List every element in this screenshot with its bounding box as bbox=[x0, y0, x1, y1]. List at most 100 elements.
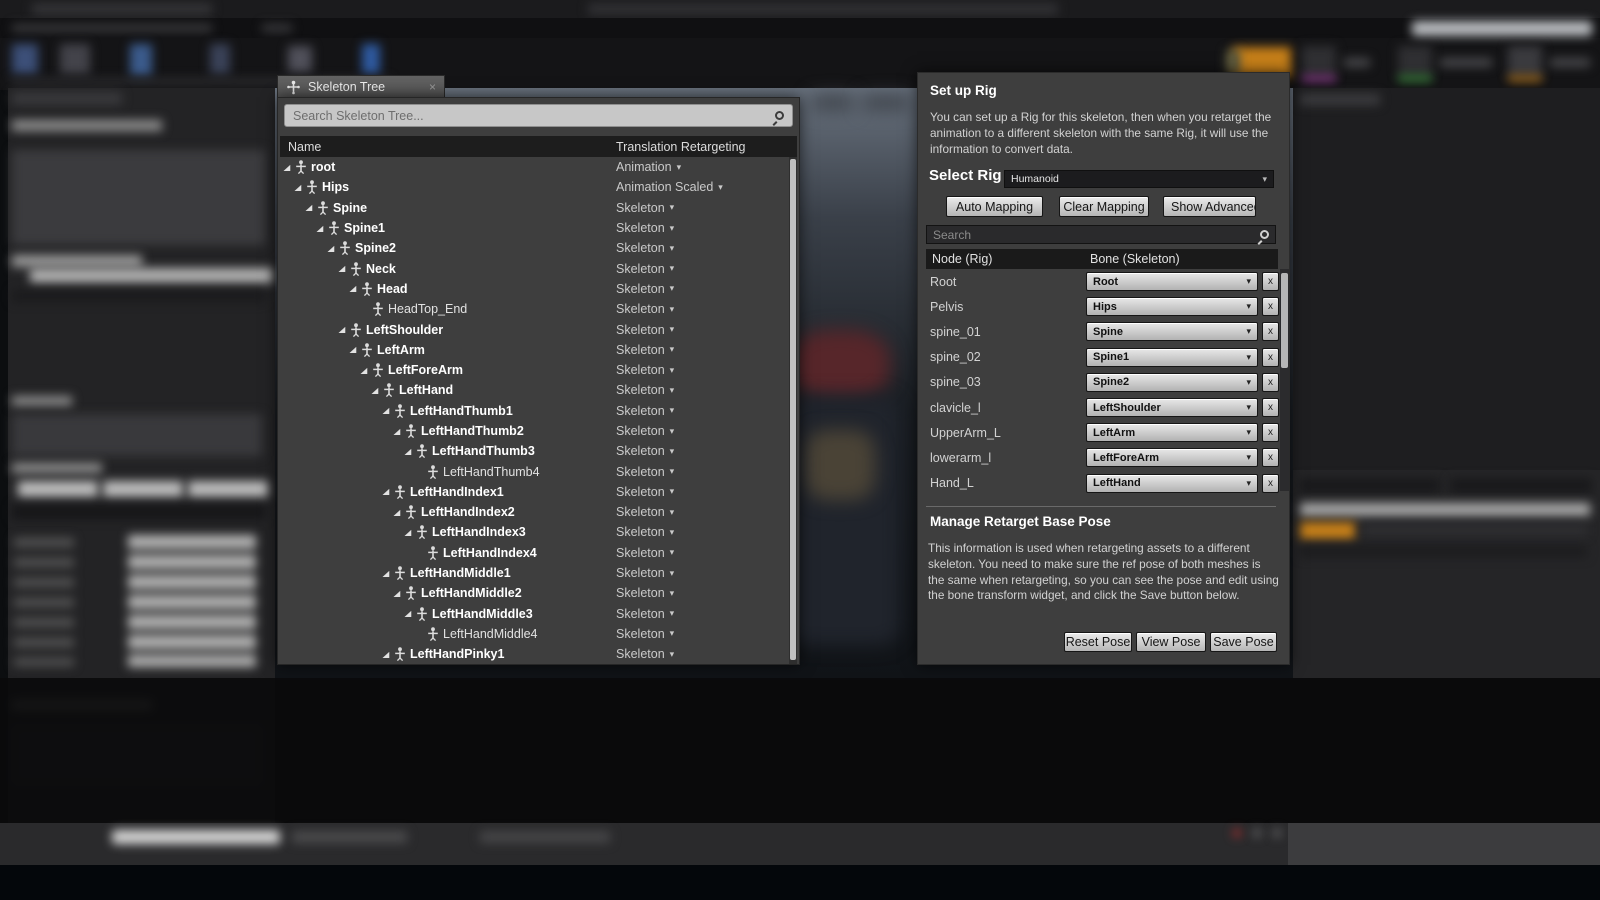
translation-retargeting-dropdown[interactable]: Skeleton ▾ bbox=[616, 525, 674, 539]
reset-pose-button[interactable]: Reset Pose bbox=[1064, 632, 1132, 652]
translation-retargeting-dropdown[interactable]: Skeleton ▾ bbox=[616, 404, 674, 418]
bone-select-dropdown[interactable]: LeftForeArm ▾ bbox=[1086, 448, 1258, 468]
translation-retargeting-dropdown[interactable]: Animation Scaled ▾ bbox=[616, 180, 723, 194]
skeleton-tree-row[interactable]: ◢ LeftHandIndex4 Skeleton ▾ bbox=[280, 543, 789, 563]
skeleton-tree-row[interactable]: ◢ LeftHandThumb1 Skeleton ▾ bbox=[280, 401, 789, 421]
skeleton-tree-row[interactable]: ◢ LeftArm Skeleton ▾ bbox=[280, 340, 789, 360]
translation-retargeting-dropdown[interactable]: Skeleton ▾ bbox=[616, 485, 674, 499]
translation-retargeting-dropdown[interactable]: Skeleton ▾ bbox=[616, 262, 674, 276]
translation-retargeting-dropdown[interactable]: Skeleton ▾ bbox=[616, 323, 674, 337]
remove-mapping-button[interactable]: x bbox=[1262, 423, 1279, 443]
skeleton-tree-row[interactable]: ◢ LeftHandIndex3 Skeleton ▾ bbox=[280, 522, 789, 542]
translation-retargeting-dropdown[interactable]: Skeleton ▾ bbox=[616, 444, 674, 458]
skeleton-tree-row[interactable]: ◢ LeftHand Skeleton ▾ bbox=[280, 380, 789, 400]
expand-arrow-icon[interactable]: ◢ bbox=[372, 386, 383, 395]
skeleton-tree-row[interactable]: ◢ LeftHandIndex1 Skeleton ▾ bbox=[280, 482, 789, 502]
skeleton-tree-row[interactable]: ◢ LeftHandMiddle3 Skeleton ▾ bbox=[280, 604, 789, 624]
expand-arrow-icon[interactable]: ◢ bbox=[339, 325, 350, 334]
translation-retargeting-dropdown[interactable]: Skeleton ▾ bbox=[616, 363, 674, 377]
tree-scrollbar-thumb[interactable] bbox=[790, 159, 796, 660]
bone-select-dropdown[interactable]: Spine ▾ bbox=[1086, 322, 1258, 342]
expand-arrow-icon[interactable]: ◢ bbox=[306, 203, 317, 212]
tab-close-icon[interactable]: × bbox=[429, 80, 436, 94]
expand-arrow-icon[interactable]: ◢ bbox=[383, 487, 394, 496]
show-advanced-button[interactable]: Show Advanced bbox=[1163, 196, 1256, 217]
translation-retargeting-dropdown[interactable]: Skeleton ▾ bbox=[616, 302, 674, 316]
translation-retargeting-dropdown[interactable]: Skeleton ▾ bbox=[616, 282, 674, 296]
remove-mapping-button[interactable]: x bbox=[1262, 347, 1279, 367]
translation-retargeting-dropdown[interactable]: Animation ▾ bbox=[616, 160, 681, 174]
skeleton-tree-search-input[interactable]: Search Skeleton Tree... bbox=[284, 104, 793, 127]
translation-retargeting-dropdown[interactable]: Skeleton ▾ bbox=[616, 465, 674, 479]
expand-arrow-icon[interactable]: ◢ bbox=[394, 589, 405, 598]
tree-scrollbar[interactable] bbox=[789, 157, 797, 664]
bone-select-dropdown[interactable]: LeftArm ▾ bbox=[1086, 423, 1258, 443]
translation-retargeting-dropdown[interactable]: Skeleton ▾ bbox=[616, 383, 674, 397]
expand-arrow-icon[interactable]: ◢ bbox=[350, 345, 361, 354]
bone-select-dropdown[interactable]: Spine1 ▾ bbox=[1086, 347, 1258, 367]
translation-retargeting-dropdown[interactable]: Skeleton ▾ bbox=[616, 424, 674, 438]
expand-arrow-icon[interactable]: ◢ bbox=[383, 650, 394, 659]
rig-search-input[interactable]: Search bbox=[926, 225, 1276, 244]
expand-arrow-icon[interactable]: ◢ bbox=[405, 447, 416, 456]
expand-arrow-icon[interactable]: ◢ bbox=[394, 508, 405, 517]
expand-arrow-icon[interactable]: ◢ bbox=[284, 163, 295, 172]
select-rig-dropdown[interactable]: Humanoid ▾ bbox=[1004, 170, 1274, 188]
expand-arrow-icon[interactable]: ◢ bbox=[361, 366, 372, 375]
skeleton-tree-row[interactable]: ◢ HeadTop_End Skeleton ▾ bbox=[280, 299, 789, 319]
skeleton-tree-row[interactable]: ◢ Neck Skeleton ▾ bbox=[280, 258, 789, 278]
save-pose-button[interactable]: Save Pose bbox=[1210, 632, 1277, 652]
expand-arrow-icon[interactable]: ◢ bbox=[350, 284, 361, 293]
expand-arrow-icon[interactable]: ◢ bbox=[405, 528, 416, 537]
skeleton-tree-row[interactable]: ◢ LeftHandMiddle4 Skeleton ▾ bbox=[280, 624, 789, 644]
remove-mapping-button[interactable]: x bbox=[1262, 297, 1279, 317]
skeleton-tree-row[interactable]: ◢ LeftHandThumb2 Skeleton ▾ bbox=[280, 421, 789, 441]
skeleton-tree-row[interactable]: ◢ LeftHandIndex2 Skeleton ▾ bbox=[280, 502, 789, 522]
bone-select-dropdown[interactable]: LeftHand ▾ bbox=[1086, 473, 1258, 493]
bone-select-dropdown[interactable]: Root ▾ bbox=[1086, 272, 1258, 292]
expand-arrow-icon[interactable]: ◢ bbox=[405, 609, 416, 618]
bone-select-dropdown[interactable]: Hips ▾ bbox=[1086, 297, 1258, 317]
skeleton-tree-row[interactable]: ◢ LeftShoulder Skeleton ▾ bbox=[280, 319, 789, 339]
remove-mapping-button[interactable]: x bbox=[1262, 272, 1279, 292]
view-pose-button[interactable]: View Pose bbox=[1136, 632, 1206, 652]
remove-mapping-button[interactable]: x bbox=[1262, 398, 1279, 418]
skeleton-tree-row[interactable]: ◢ LeftForeArm Skeleton ▾ bbox=[280, 360, 789, 380]
translation-retargeting-dropdown[interactable]: Skeleton ▾ bbox=[616, 647, 674, 661]
bone-select-dropdown[interactable]: LeftShoulder ▾ bbox=[1086, 398, 1258, 418]
remove-mapping-button[interactable]: x bbox=[1262, 372, 1279, 392]
expand-arrow-icon[interactable]: ◢ bbox=[383, 569, 394, 578]
remove-mapping-button[interactable]: x bbox=[1262, 473, 1279, 493]
translation-retargeting-dropdown[interactable]: Skeleton ▾ bbox=[616, 546, 674, 560]
translation-retargeting-column-header[interactable]: Translation Retargeting bbox=[616, 140, 745, 154]
translation-retargeting-dropdown[interactable]: Skeleton ▾ bbox=[616, 505, 674, 519]
skeleton-tree-row[interactable]: ◢ LeftHandPinky1 Skeleton ▾ bbox=[280, 644, 789, 664]
translation-retargeting-dropdown[interactable]: Skeleton ▾ bbox=[616, 241, 674, 255]
clear-mapping-button[interactable]: Clear Mapping bbox=[1059, 196, 1149, 217]
name-column-header[interactable]: Name bbox=[280, 140, 321, 154]
skeleton-tree-row[interactable]: ◢ LeftHandMiddle2 Skeleton ▾ bbox=[280, 583, 789, 603]
remove-mapping-button[interactable]: x bbox=[1262, 448, 1279, 468]
skeleton-tree-row[interactable]: ◢ root Animation ▾ bbox=[280, 157, 789, 177]
skeleton-tree-row[interactable]: ◢ LeftHandThumb3 Skeleton ▾ bbox=[280, 441, 789, 461]
expand-arrow-icon[interactable]: ◢ bbox=[328, 244, 339, 253]
translation-retargeting-dropdown[interactable]: Skeleton ▾ bbox=[616, 221, 674, 235]
auto-mapping-button[interactable]: Auto Mapping bbox=[946, 196, 1043, 217]
expand-arrow-icon[interactable]: ◢ bbox=[394, 427, 405, 436]
skeleton-tree-row[interactable]: ◢ Head Skeleton ▾ bbox=[280, 279, 789, 299]
translation-retargeting-dropdown[interactable]: Skeleton ▾ bbox=[616, 566, 674, 580]
mapping-scrollbar[interactable] bbox=[1280, 269, 1289, 491]
bone-select-dropdown[interactable]: Spine2 ▾ bbox=[1086, 372, 1258, 392]
skeleton-tree-row[interactable]: ◢ Spine1 Skeleton ▾ bbox=[280, 218, 789, 238]
expand-arrow-icon[interactable]: ◢ bbox=[317, 224, 328, 233]
skeleton-tree-row[interactable]: ◢ Hips Animation Scaled ▾ bbox=[280, 177, 789, 197]
skeleton-tree-row[interactable]: ◢ LeftHandMiddle1 Skeleton ▾ bbox=[280, 563, 789, 583]
expand-arrow-icon[interactable]: ◢ bbox=[295, 183, 306, 192]
skeleton-tree-row[interactable]: ◢ LeftHandThumb4 Skeleton ▾ bbox=[280, 461, 789, 481]
skeleton-tree-row[interactable]: ◢ Spine Skeleton ▾ bbox=[280, 198, 789, 218]
skeleton-tree-row[interactable]: ◢ Spine2 Skeleton ▾ bbox=[280, 238, 789, 258]
translation-retargeting-dropdown[interactable]: Skeleton ▾ bbox=[616, 627, 674, 641]
expand-arrow-icon[interactable]: ◢ bbox=[339, 264, 350, 273]
translation-retargeting-dropdown[interactable]: Skeleton ▾ bbox=[616, 586, 674, 600]
translation-retargeting-dropdown[interactable]: Skeleton ▾ bbox=[616, 607, 674, 621]
